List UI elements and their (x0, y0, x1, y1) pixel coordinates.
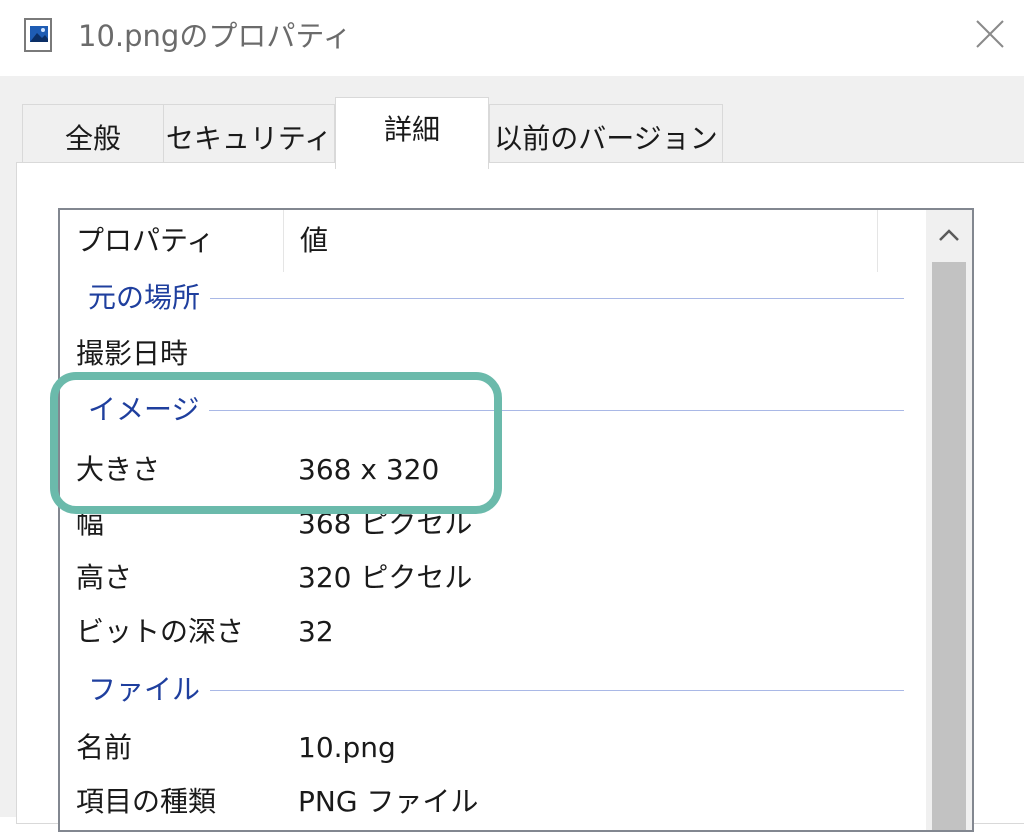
tab-general[interactable]: 全般 (22, 104, 164, 164)
property-key: 撮影日時 (76, 337, 189, 370)
list-item[interactable]: 項目の種類 PNG ファイル (60, 774, 920, 830)
property-value: 32 (298, 615, 334, 648)
close-button[interactable] (960, 8, 1020, 64)
tab-details[interactable]: 詳細 (335, 97, 489, 169)
property-value: 320 ピクセル (298, 561, 473, 594)
list-item[interactable]: 高さ 320 ピクセル (60, 550, 920, 606)
tab-security[interactable]: セキュリティ (163, 104, 335, 164)
group-label-image: イメージ (88, 382, 210, 438)
chevron-up-icon (938, 227, 960, 246)
property-value: 10.png (298, 731, 396, 764)
close-icon (974, 18, 1006, 54)
properties-list[interactable]: プロパティ 値 元の場所 撮影日時 イメージ 大きさ 368 x 320 幅 3… (58, 208, 974, 832)
group-divider (88, 690, 904, 691)
tab-previous-versions[interactable]: 以前のバージョン (489, 104, 723, 164)
scroll-thumb[interactable] (932, 262, 966, 830)
title-bar: 10.pngのプロパティ (0, 0, 1024, 76)
group-image: イメージ (60, 382, 920, 438)
list-item[interactable]: 名前 10.png (60, 720, 920, 776)
window-title: 10.pngのプロパティ (78, 19, 352, 53)
list-item[interactable]: 幅 368 ピクセル (60, 496, 920, 552)
group-origin: 元の場所 (60, 270, 920, 326)
property-key: ビットの深さ (76, 615, 245, 648)
property-key: 幅 (76, 507, 105, 540)
property-key: 大きさ (76, 453, 161, 486)
group-label-file: ファイル (88, 662, 211, 718)
vertical-scrollbar[interactable] (926, 210, 972, 830)
scroll-up-button[interactable] (926, 210, 972, 262)
group-divider (88, 410, 904, 411)
list-item[interactable]: 撮影日時 (60, 326, 920, 382)
column-header-property[interactable]: プロパティ (60, 210, 284, 272)
property-key: 高さ (76, 561, 133, 594)
group-file: ファイル (60, 662, 920, 718)
property-key: 名前 (76, 731, 133, 764)
list-item[interactable]: 大きさ 368 x 320 (60, 442, 920, 498)
column-header-value[interactable]: 値 (284, 210, 878, 272)
group-divider (88, 298, 904, 299)
list-item[interactable]: ビットの深さ 32 (60, 604, 920, 660)
property-value: 368 ピクセル (298, 507, 473, 540)
property-value: 368 x 320 (298, 453, 440, 486)
property-value: PNG ファイル (298, 785, 479, 818)
image-file-icon (24, 18, 54, 52)
group-label-origin: 元の場所 (88, 270, 211, 326)
property-key: 項目の種類 (76, 785, 217, 818)
